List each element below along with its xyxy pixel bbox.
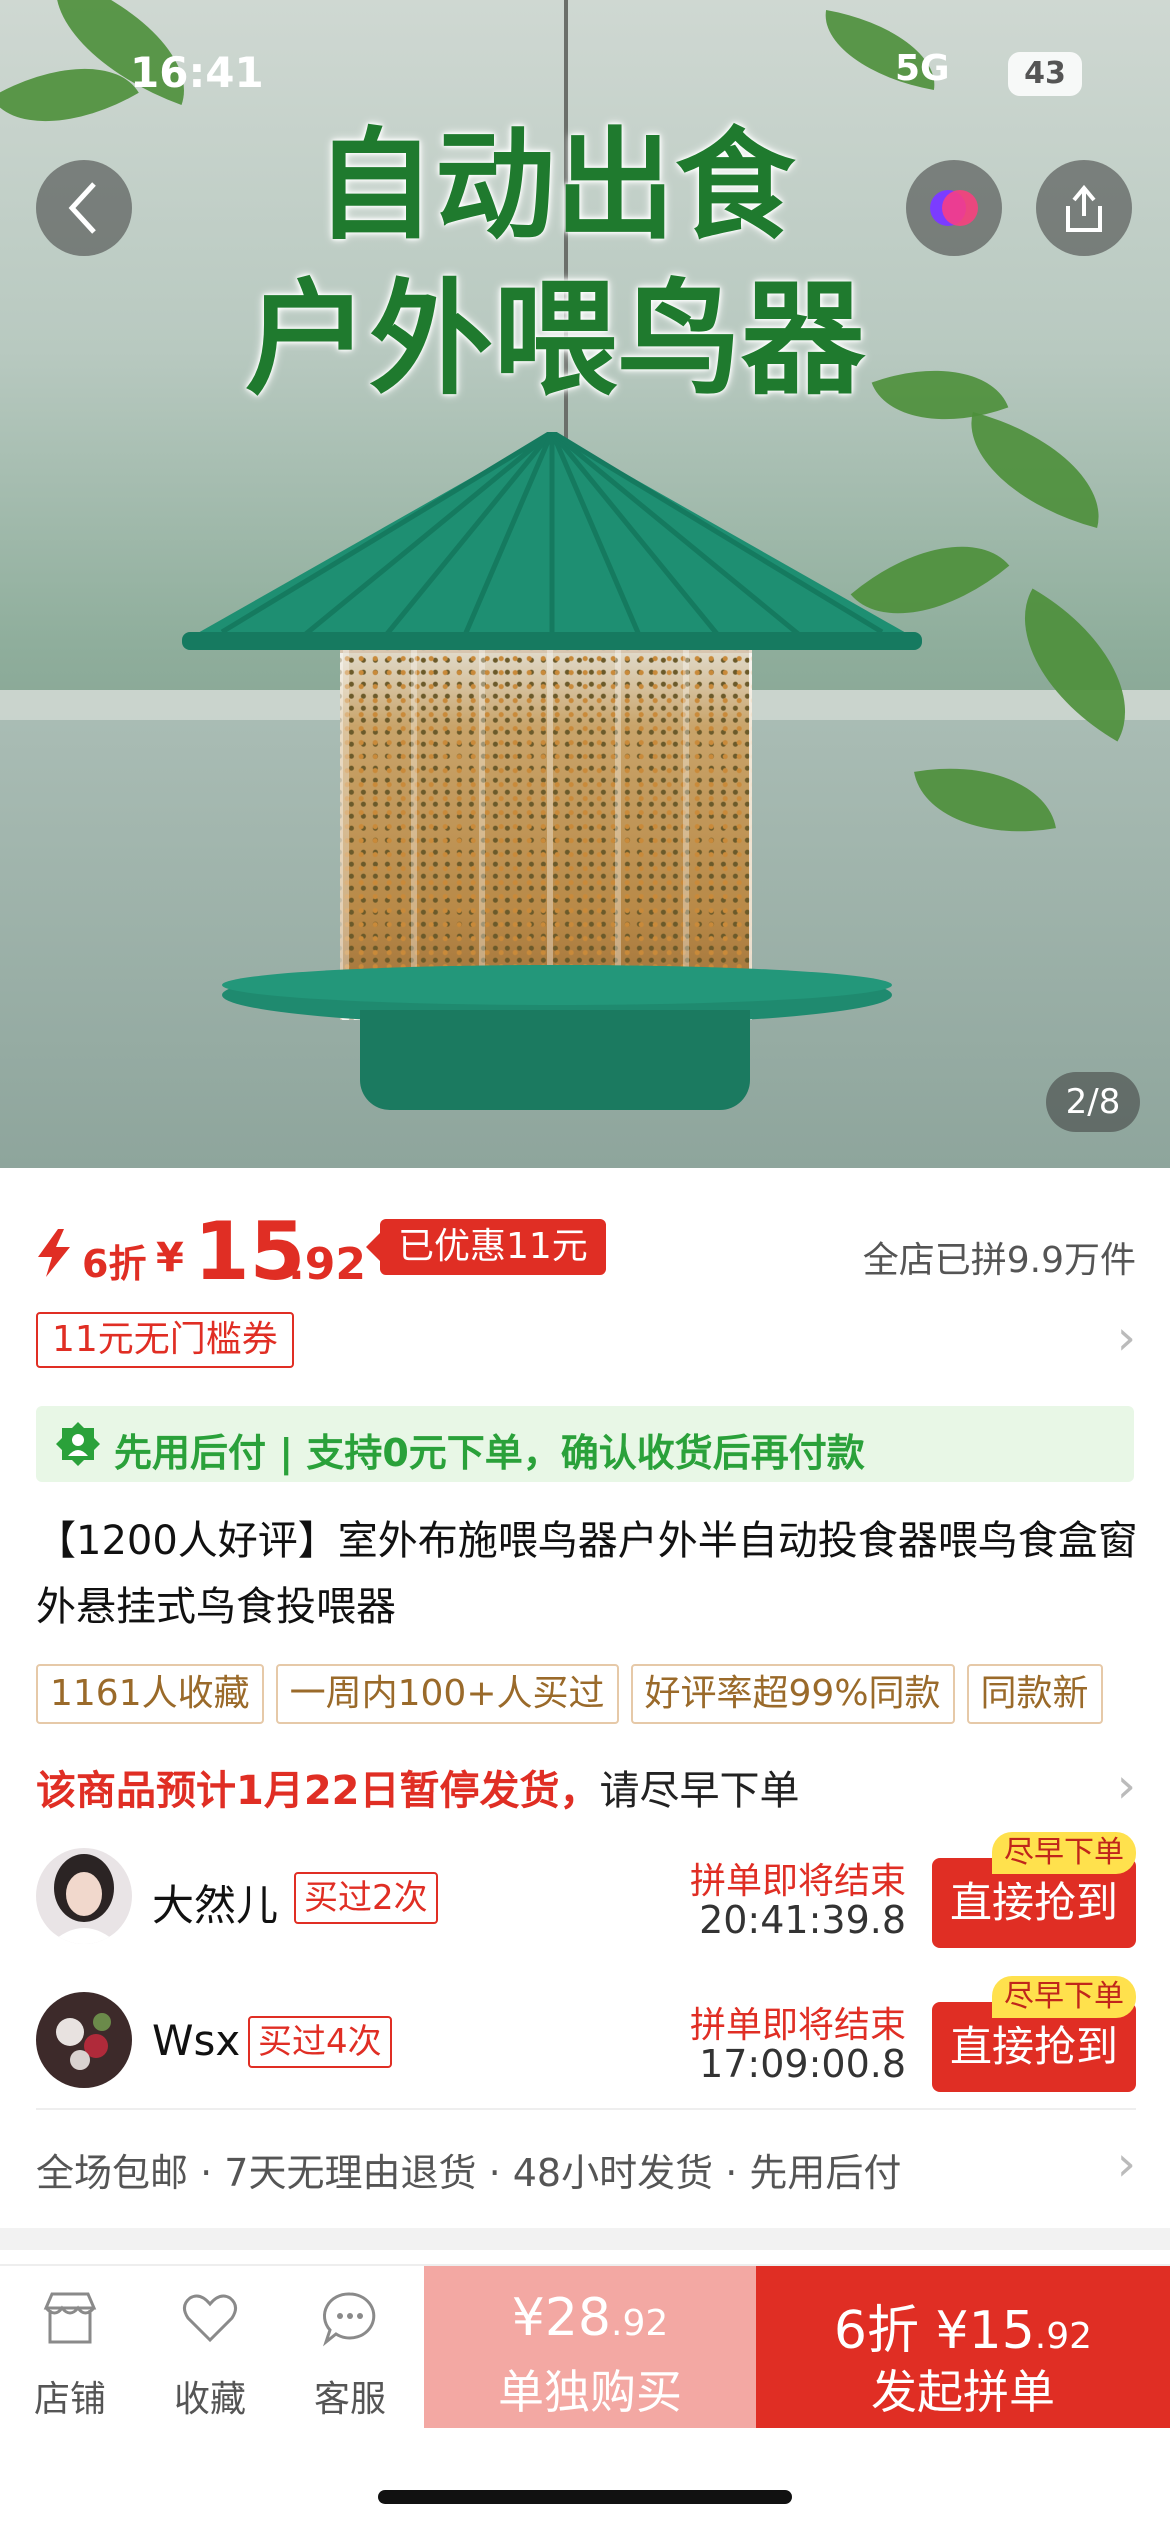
chat-bubble-icon (322, 2292, 376, 2347)
share-button[interactable] (1036, 160, 1132, 256)
feeder-roof (182, 432, 922, 650)
separator-dot: · (725, 2151, 750, 2195)
image-counter: 2/8 (1046, 1072, 1140, 1132)
chevron-right-icon: › (1116, 1758, 1136, 1814)
shipping-notice-red: 该商品预计1月22日暂停发货， (36, 1768, 600, 1814)
status-battery: 43 (1008, 52, 1082, 96)
chevron-left-icon (68, 182, 96, 234)
customer-service-button[interactable]: 客服 (280, 2266, 420, 2432)
tag-weekly-buyers: 一周内100+人买过 (275, 1664, 619, 1724)
back-button[interactable] (36, 160, 132, 256)
leaf-decoration (952, 411, 1118, 529)
service-free-shipping: 全场包邮 (36, 2151, 189, 2195)
group-countdown: 20:41:39.8 (699, 1898, 906, 1942)
avatar (36, 1992, 132, 2088)
heart-icon (183, 2294, 237, 2343)
coupon-badge[interactable]: 11元无门槛券 (36, 1312, 294, 1368)
coupon-row[interactable]: 11元无门槛券 › (36, 1310, 1136, 1368)
home-indicator[interactable] (378, 2490, 792, 2504)
divider (36, 2108, 1136, 2110)
store-icon (43, 2292, 97, 2344)
pay-later-text: 先用后付 | 支持0元下单，确认收货后再付款 (114, 1431, 865, 1475)
solo-label: 单独购买 (498, 2365, 682, 2419)
currency-symbol: ¥ (156, 1235, 184, 1281)
feeder-tray-base (360, 1010, 750, 1110)
section-gap (0, 2228, 1170, 2250)
tag-similar: 同款新 (966, 1664, 1103, 1724)
hurry-badge: 尽早下单 (992, 1976, 1136, 2018)
separator-dot: · (488, 2151, 513, 2195)
start-group-button[interactable]: 6折 ¥15.92 发起拼单 (756, 2266, 1170, 2428)
group-buy-row: 大然儿 买过2次 拼单即将结束 20:41:39.8 直接抢到 尽早下单 (36, 1832, 1136, 1948)
avatar (36, 1848, 132, 1944)
bought-count-badge: 买过2次 (294, 1872, 438, 1924)
tag-rating: 好评率超99%同款 (630, 1664, 955, 1724)
status-time: 16:41 (130, 48, 264, 97)
solo-price: ¥28.92 (511, 2288, 669, 2348)
shipping-notice[interactable]: 该商品预计1月22日暂停发货，请尽早下单 › (36, 1758, 1136, 1818)
group-ending-label: 拼单即将结束 (689, 1861, 906, 1902)
price-decimal: .92 (288, 1239, 366, 1290)
group-user-name: 大然儿 (152, 1881, 279, 1930)
group-user-name: Wsx (152, 2016, 241, 2065)
buy-alone-button[interactable]: ¥28.92 单独购买 (424, 2266, 756, 2428)
group-price: 6折 ¥15.92 (833, 2301, 1093, 2361)
store-label: 店铺 (33, 2379, 106, 2420)
chevron-right-icon: › (1116, 1310, 1136, 1366)
saving-badge: 已优惠11元 (366, 1219, 606, 1275)
product-image-carousel[interactable]: 自动出食 户外喂鸟器 16:41 5G 43 2/8 (0, 0, 1170, 1168)
bought-count-badge: 买过4次 (248, 2016, 392, 2068)
group-ending-label: 拼单即将结束 (689, 2005, 906, 2046)
multi-window-button[interactable] (906, 160, 1002, 256)
store-button[interactable]: 店铺 (0, 2266, 140, 2432)
price-row: 6折 ¥ 15 .92 已优惠11元 全店已拼9.9万件 (36, 1205, 1136, 1298)
service-pay-later: 先用后付 (749, 2151, 902, 2195)
group-countdown: 17:09:00.8 (699, 2042, 906, 2086)
sold-count: 全店已拼9.9万件 (862, 1240, 1136, 1281)
customer-service-label: 客服 (313, 2379, 386, 2420)
product-page: 自动出食 户外喂鸟器 16:41 5G 43 2/8 6折 ¥ 15 .92 已… (0, 0, 1170, 2532)
favorite-button[interactable]: 收藏 (140, 2266, 280, 2432)
product-title: 【1200人好评】室外布施喂鸟器户外半自动投食器喂鸟食盒窗外悬挂式鸟食投喂器 (36, 1518, 1138, 1630)
tag-favorites: 1161人收藏 (36, 1664, 264, 1724)
bottom-action-bar: 店铺 收藏 客服 ¥28.92 单独购买 6折 ¥15.92 发起拼单 (0, 2264, 1170, 2430)
service-return: 7天无理由退货 (224, 2151, 477, 2195)
discount-label: 6折 (82, 1242, 147, 1286)
service-guarantees[interactable]: 全场包邮 · 7天无理由退货 · 48小时发货 · 先用后付 › (36, 2136, 1136, 2202)
pay-later-icon (56, 1422, 100, 1466)
feeder-tray-rim (222, 965, 892, 1005)
chevron-right-icon: › (1116, 2136, 1136, 2192)
pay-later-banner[interactable]: 先用后付 | 支持0元下单，确认收货后再付款 (36, 1406, 1134, 1482)
separator-dot: · (200, 2151, 225, 2195)
service-shipping-time: 48小时发货 (512, 2151, 714, 2195)
app-switch-icon (930, 190, 978, 226)
group-label: 发起拼单 (871, 2365, 1055, 2419)
flash-icon (38, 1229, 70, 1277)
share-icon (1066, 184, 1102, 232)
status-network: 5G (895, 48, 950, 89)
favorite-label: 收藏 (173, 2379, 246, 2420)
tag-list: 1161人收藏 一周内100+人买过 好评率超99%同款 同款新 (36, 1664, 1170, 1726)
hurry-badge: 尽早下单 (992, 1832, 1136, 1874)
shipping-notice-normal: 请尽早下单 (599, 1768, 800, 1814)
hero-title-line2: 户外喂鸟器 (244, 268, 865, 412)
group-buy-row: Wsx 买过4次 拼单即将结束 17:09:00.8 直接抢到 尽早下单 (36, 1976, 1136, 2092)
